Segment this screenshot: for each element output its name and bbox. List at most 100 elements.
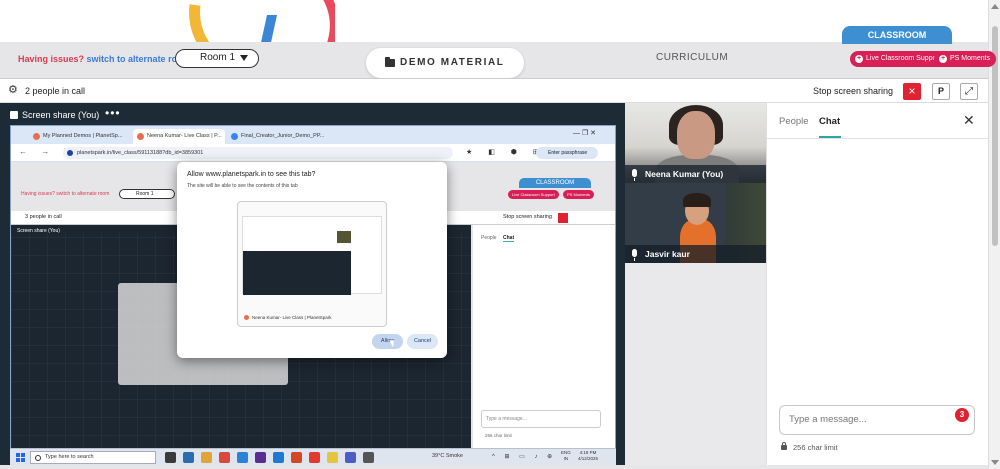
inner-classroom-tab: CLASSROOM bbox=[519, 178, 591, 188]
taskbar-app-icon[interactable] bbox=[363, 452, 374, 463]
tab-chat[interactable]: Chat bbox=[819, 116, 840, 127]
taskbar-app-icon[interactable] bbox=[237, 452, 248, 463]
room-select[interactable]: Room 1 bbox=[175, 49, 259, 68]
inner-message-field: Type a message... bbox=[481, 410, 601, 428]
pip-button[interactable]: P bbox=[932, 83, 950, 100]
share-options-icon[interactable]: ••• bbox=[105, 106, 121, 120]
inner-chat-panel: People Chat Type a message... 256 char l… bbox=[473, 225, 615, 454]
cancel-button[interactable]: Cancel bbox=[407, 334, 438, 349]
participant-face bbox=[677, 111, 715, 159]
scroll-up-arrow-icon[interactable] bbox=[991, 4, 999, 9]
taskbar-search[interactable]: Type here to search bbox=[30, 451, 156, 464]
passphrase-button[interactable]: Enter passphrase bbox=[536, 147, 598, 159]
video-tile-student[interactable]: Jasvir kaur bbox=[625, 183, 766, 263]
plus-icon: + bbox=[855, 55, 863, 63]
share-permission-dialog: Allow www.planetspark.in to see this tab… bbox=[177, 162, 447, 358]
taskbar-app-icon[interactable] bbox=[219, 452, 230, 463]
microphone-icon bbox=[632, 249, 637, 261]
taskbar-app-icon[interactable] bbox=[183, 452, 194, 463]
taskbar-app-icon[interactable] bbox=[291, 452, 302, 463]
video-name: Jasvir kaur bbox=[645, 249, 690, 259]
window-controls[interactable]: — ❐ ✕ bbox=[573, 129, 596, 137]
inner-support-pill: Live Classroom Support bbox=[508, 190, 559, 199]
ps-moments-button[interactable]: + PS Moments bbox=[934, 51, 997, 67]
room-bar: Having issues? switch to alternate room … bbox=[0, 26, 997, 78]
issues-notice: Having issues? switch to alternate room bbox=[18, 54, 191, 64]
preview-video bbox=[337, 231, 351, 243]
favicon-icon bbox=[231, 133, 238, 140]
video-tile-you[interactable]: Neena Kumar (You) bbox=[625, 103, 766, 183]
taskbar-app-icon[interactable] bbox=[201, 452, 212, 463]
browser-tab-active[interactable]: Neena Kumar- Live Class | P... bbox=[133, 129, 225, 144]
inner-char-limit: 256 char limit bbox=[485, 433, 512, 438]
inner-stop-icon bbox=[558, 213, 568, 223]
screen-icon bbox=[10, 111, 18, 119]
tab-classroom[interactable]: CLASSROOM bbox=[842, 26, 952, 44]
microphone-icon bbox=[632, 169, 637, 181]
scroll-down-arrow-icon[interactable] bbox=[991, 460, 999, 465]
extension-icons[interactable]: ★ ◧ ⬢ ⊞ bbox=[466, 148, 546, 156]
page-scrollbar[interactable] bbox=[988, 0, 1000, 469]
taskbar-clock[interactable]: 4:18 PM 4/12/2025 bbox=[578, 450, 598, 462]
tab-people[interactable]: People bbox=[779, 116, 809, 127]
screen-share-title-text: Screen share (You) bbox=[22, 110, 100, 120]
chat-panel: People Chat ✕ Type a message... 3 256 ch… bbox=[766, 103, 988, 465]
tab-demo-material[interactable]: DEMO MATERIAL bbox=[366, 48, 524, 78]
taskbar-language[interactable]: ENG IN bbox=[561, 450, 571, 462]
browser-address-bar: ← → ↻ planetspark.in/live_class/59113188… bbox=[11, 144, 615, 162]
ps-moments-label: PS Moments bbox=[950, 55, 991, 62]
windows-taskbar: Type here to search 39°C Smoke ^ ⊞ ▭ ♪ ⊕… bbox=[10, 448, 616, 465]
video-name-label: Jasvir kaur bbox=[625, 245, 766, 263]
folder-icon bbox=[385, 57, 395, 67]
favicon-icon bbox=[137, 133, 144, 140]
taskbar-app-icon[interactable] bbox=[273, 452, 284, 463]
browser-tab[interactable]: Final_Creator_Junior_Demo_PP... bbox=[227, 129, 337, 144]
system-tray-icons[interactable]: ^ ⊞ ▭ ♪ ⊕ bbox=[492, 453, 556, 460]
classroom-page: Having issues? switch to alternate room … bbox=[0, 0, 1000, 469]
taskbar-app-icon[interactable] bbox=[327, 452, 338, 463]
taskbar-app-icon[interactable] bbox=[309, 452, 320, 463]
close-icon[interactable]: ✕ bbox=[963, 112, 975, 129]
browser-tab-label: Neena Kumar- Live Class | P... bbox=[147, 133, 222, 139]
live-support-label: Live Classroom Support bbox=[866, 55, 941, 62]
browser-tab-label: My Planned Demos | PlanetSp... bbox=[43, 133, 123, 139]
active-tab-indicator bbox=[819, 136, 841, 138]
url-field[interactable]: planetspark.in/live_class/59113188?db_id… bbox=[63, 147, 453, 159]
taskbar-weather[interactable]: 39°C Smoke bbox=[432, 453, 463, 459]
inner-issues-notice: Having issues? switch to alternate room bbox=[21, 191, 110, 197]
room-select-value: Room 1 bbox=[200, 52, 236, 63]
people-count: 2 people in call bbox=[25, 86, 86, 96]
browser-tabstrip: My Planned Demos | PlanetSp... Neena Kum… bbox=[11, 126, 615, 144]
gear-icon[interactable]: ⚙ bbox=[8, 85, 19, 96]
char-limit-text: 256 char limit bbox=[793, 443, 838, 452]
taskbar-apps bbox=[165, 452, 374, 463]
caret-down-icon bbox=[240, 55, 248, 61]
stop-share-button[interactable]: × bbox=[903, 83, 921, 100]
taskbar-app-icon[interactable] bbox=[255, 452, 266, 463]
allow-button[interactable]: Allow bbox=[372, 334, 403, 349]
browser-tab[interactable]: My Planned Demos | PlanetSp... bbox=[29, 129, 129, 144]
inner-people-tab: People bbox=[481, 235, 497, 241]
message-input[interactable]: Type a message... bbox=[779, 405, 975, 435]
char-limit: 256 char limit bbox=[781, 442, 838, 452]
expand-icon[interactable]: ⤢ bbox=[960, 83, 978, 100]
video-name: Neena Kumar (You) bbox=[645, 169, 724, 179]
inner-room-select: Room 1 bbox=[119, 189, 175, 199]
chat-panel-tabs: People Chat ✕ bbox=[767, 103, 988, 139]
tab-curriculum[interactable]: CURRICULUM bbox=[656, 52, 728, 63]
preview-dark-area bbox=[243, 251, 351, 295]
tab-preview[interactable]: Neena Kumar- Live Class | PlanetSpark bbox=[237, 201, 387, 327]
unread-badge: 3 bbox=[955, 408, 969, 422]
screen-share-title: Screen share (You) bbox=[10, 110, 99, 120]
windows-start-icon[interactable] bbox=[16, 453, 25, 462]
plus-icon: + bbox=[939, 55, 947, 63]
preview-card bbox=[277, 231, 305, 247]
browser-tab-label: Final_Creator_Junior_Demo_PP... bbox=[241, 133, 325, 139]
taskbar-app-icon[interactable] bbox=[345, 452, 356, 463]
dialog-title: Allow www.planetspark.in to see this tab… bbox=[187, 171, 316, 178]
taskbar-app-icon[interactable] bbox=[165, 452, 176, 463]
taskbar-lang-2: IN bbox=[563, 456, 569, 461]
taskbar-date: 4/12/2025 bbox=[578, 456, 599, 461]
tab-demo-material-label: DEMO MATERIAL bbox=[400, 57, 505, 68]
live-support-button[interactable]: + Live Classroom Support bbox=[850, 51, 947, 67]
